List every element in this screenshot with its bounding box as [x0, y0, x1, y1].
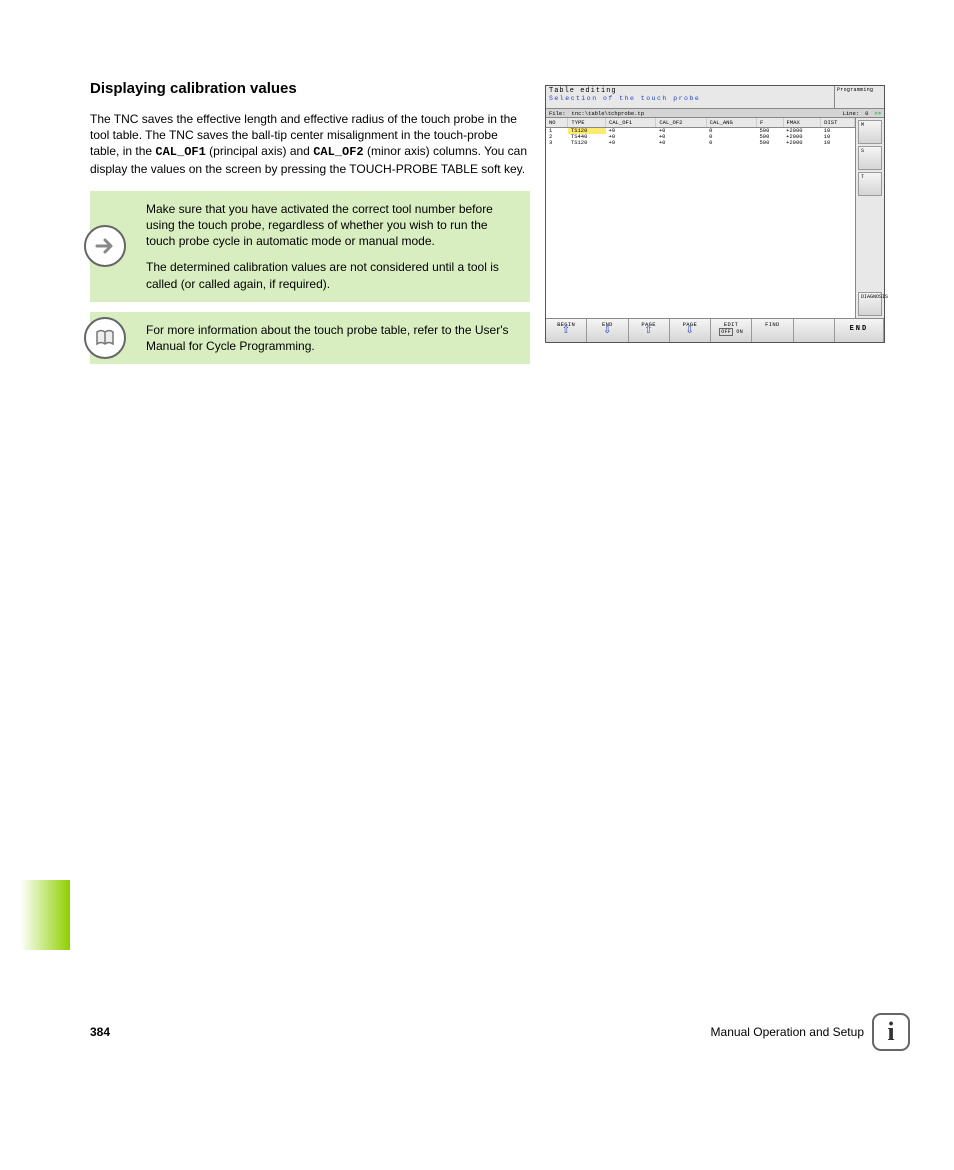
edit-on-label: ON [736, 329, 743, 335]
callout-note: Make sure that you have activated the co… [90, 191, 530, 302]
cell: +0 [606, 140, 656, 146]
file-label: File: [549, 110, 566, 117]
screen-title-area: Table editing Selection of the touch pro… [546, 86, 834, 108]
cell: 10 [821, 140, 855, 146]
softkey-label: FIND [765, 321, 779, 328]
col-calang: CAL_ANG [706, 118, 756, 128]
side-s-label: S [861, 148, 864, 154]
cell: +2000 [783, 140, 821, 146]
cell: 0 [706, 140, 756, 146]
callout-note-text-2: The determined calibration values are no… [146, 259, 518, 291]
arrow-right-icon [84, 225, 126, 267]
side-tab-gradient [20, 880, 70, 950]
softkey-find[interactable]: FIND [752, 319, 793, 342]
side-t-label: T [861, 174, 864, 180]
arrow-down-icon: ⇩ [670, 328, 710, 336]
side-spacer [858, 198, 882, 290]
softkey-bar: BEGIN⇧ END⇩ PAGE⇧ PAGE⇩ EDITOFF ON FIND … [546, 318, 884, 342]
line-label: Line: [843, 110, 860, 117]
arrow-down-icon: ⇩ [587, 328, 627, 336]
section-side-tab: 12.6 Calibrating 3-D Touch Probes (Touch… [20, 60, 70, 950]
info-icon: i [872, 1013, 910, 1051]
probe-table[interactable]: NO TYPE CAL_OF1 CAL_OF2 CAL_ANG F FMAX D… [546, 118, 856, 318]
line-value: 0 [865, 110, 868, 117]
screen-subtitle: Selection of the touch probe [549, 95, 831, 102]
code-cal-of2: CAL_OF2 [313, 145, 363, 159]
softkey-page-down[interactable]: PAGE⇩ [670, 319, 711, 342]
cell: 500 [756, 140, 783, 146]
callout-note-text-1: Make sure that you have activated the co… [146, 201, 518, 250]
tnc-screen: Table editing Selection of the touch pro… [545, 85, 885, 343]
side-m-label: M [861, 122, 864, 128]
arrow-up-icon: ⇧ [629, 328, 669, 336]
softkey-end[interactable]: END [835, 319, 884, 342]
side-diag-label: DIAGNOSIS [861, 294, 888, 300]
mode-indicator: Programming [834, 86, 884, 108]
page-number: 384 [90, 1025, 110, 1039]
softkey-label: EDIT [724, 321, 738, 328]
edit-off-label: OFF [719, 328, 733, 336]
page-footer: 384 Manual Operation and Setup i [90, 1013, 910, 1051]
side-m-button[interactable]: M [858, 120, 882, 144]
file-path: tnc:\table\tchprobe.tp [572, 110, 645, 117]
arrow-up-icon: ⇧ [546, 328, 586, 336]
side-panel: M S T DIAGNOSIS [856, 118, 884, 318]
chevron-right-icon[interactable]: >> [874, 110, 881, 117]
callout-reference: For more information about the touch pro… [90, 312, 530, 364]
softkey-label: END [850, 325, 869, 333]
callout-reference-text: For more information about the touch pro… [146, 322, 518, 354]
book-icon [84, 317, 126, 359]
side-s-button[interactable]: S [858, 146, 882, 170]
screen-title: Table editing [549, 87, 831, 95]
chapter-name: Manual Operation and Setup [711, 1025, 864, 1039]
table-row[interactable]: 3 TS120 +0 +0 0 500 +2000 10 [546, 140, 855, 146]
softkey-begin[interactable]: BEGIN⇧ [546, 319, 587, 342]
softkey-edit[interactable]: EDITOFF ON [711, 319, 752, 342]
page-heading: Displaying calibration values [90, 80, 530, 97]
cell: 3 [546, 140, 568, 146]
file-info-bar: File: tnc:\table\tchprobe.tp Line: 0 >> [546, 108, 884, 118]
softkey-end-arrow[interactable]: END⇩ [587, 319, 628, 342]
softkey-blank [794, 319, 835, 342]
cell: TS120 [568, 140, 606, 146]
side-diagnosis-button[interactable]: DIAGNOSIS [858, 292, 882, 316]
cell: +0 [656, 140, 706, 146]
side-t-button[interactable]: T [858, 172, 882, 196]
main-content: Displaying calibration values The TNC sa… [90, 80, 530, 374]
softkey-page-up[interactable]: PAGE⇧ [629, 319, 670, 342]
body-paragraph: The TNC saves the effective length and e… [90, 111, 530, 177]
code-cal-of1: CAL_OF1 [155, 145, 205, 159]
para-text-1b: (principal axis) and [206, 144, 313, 158]
